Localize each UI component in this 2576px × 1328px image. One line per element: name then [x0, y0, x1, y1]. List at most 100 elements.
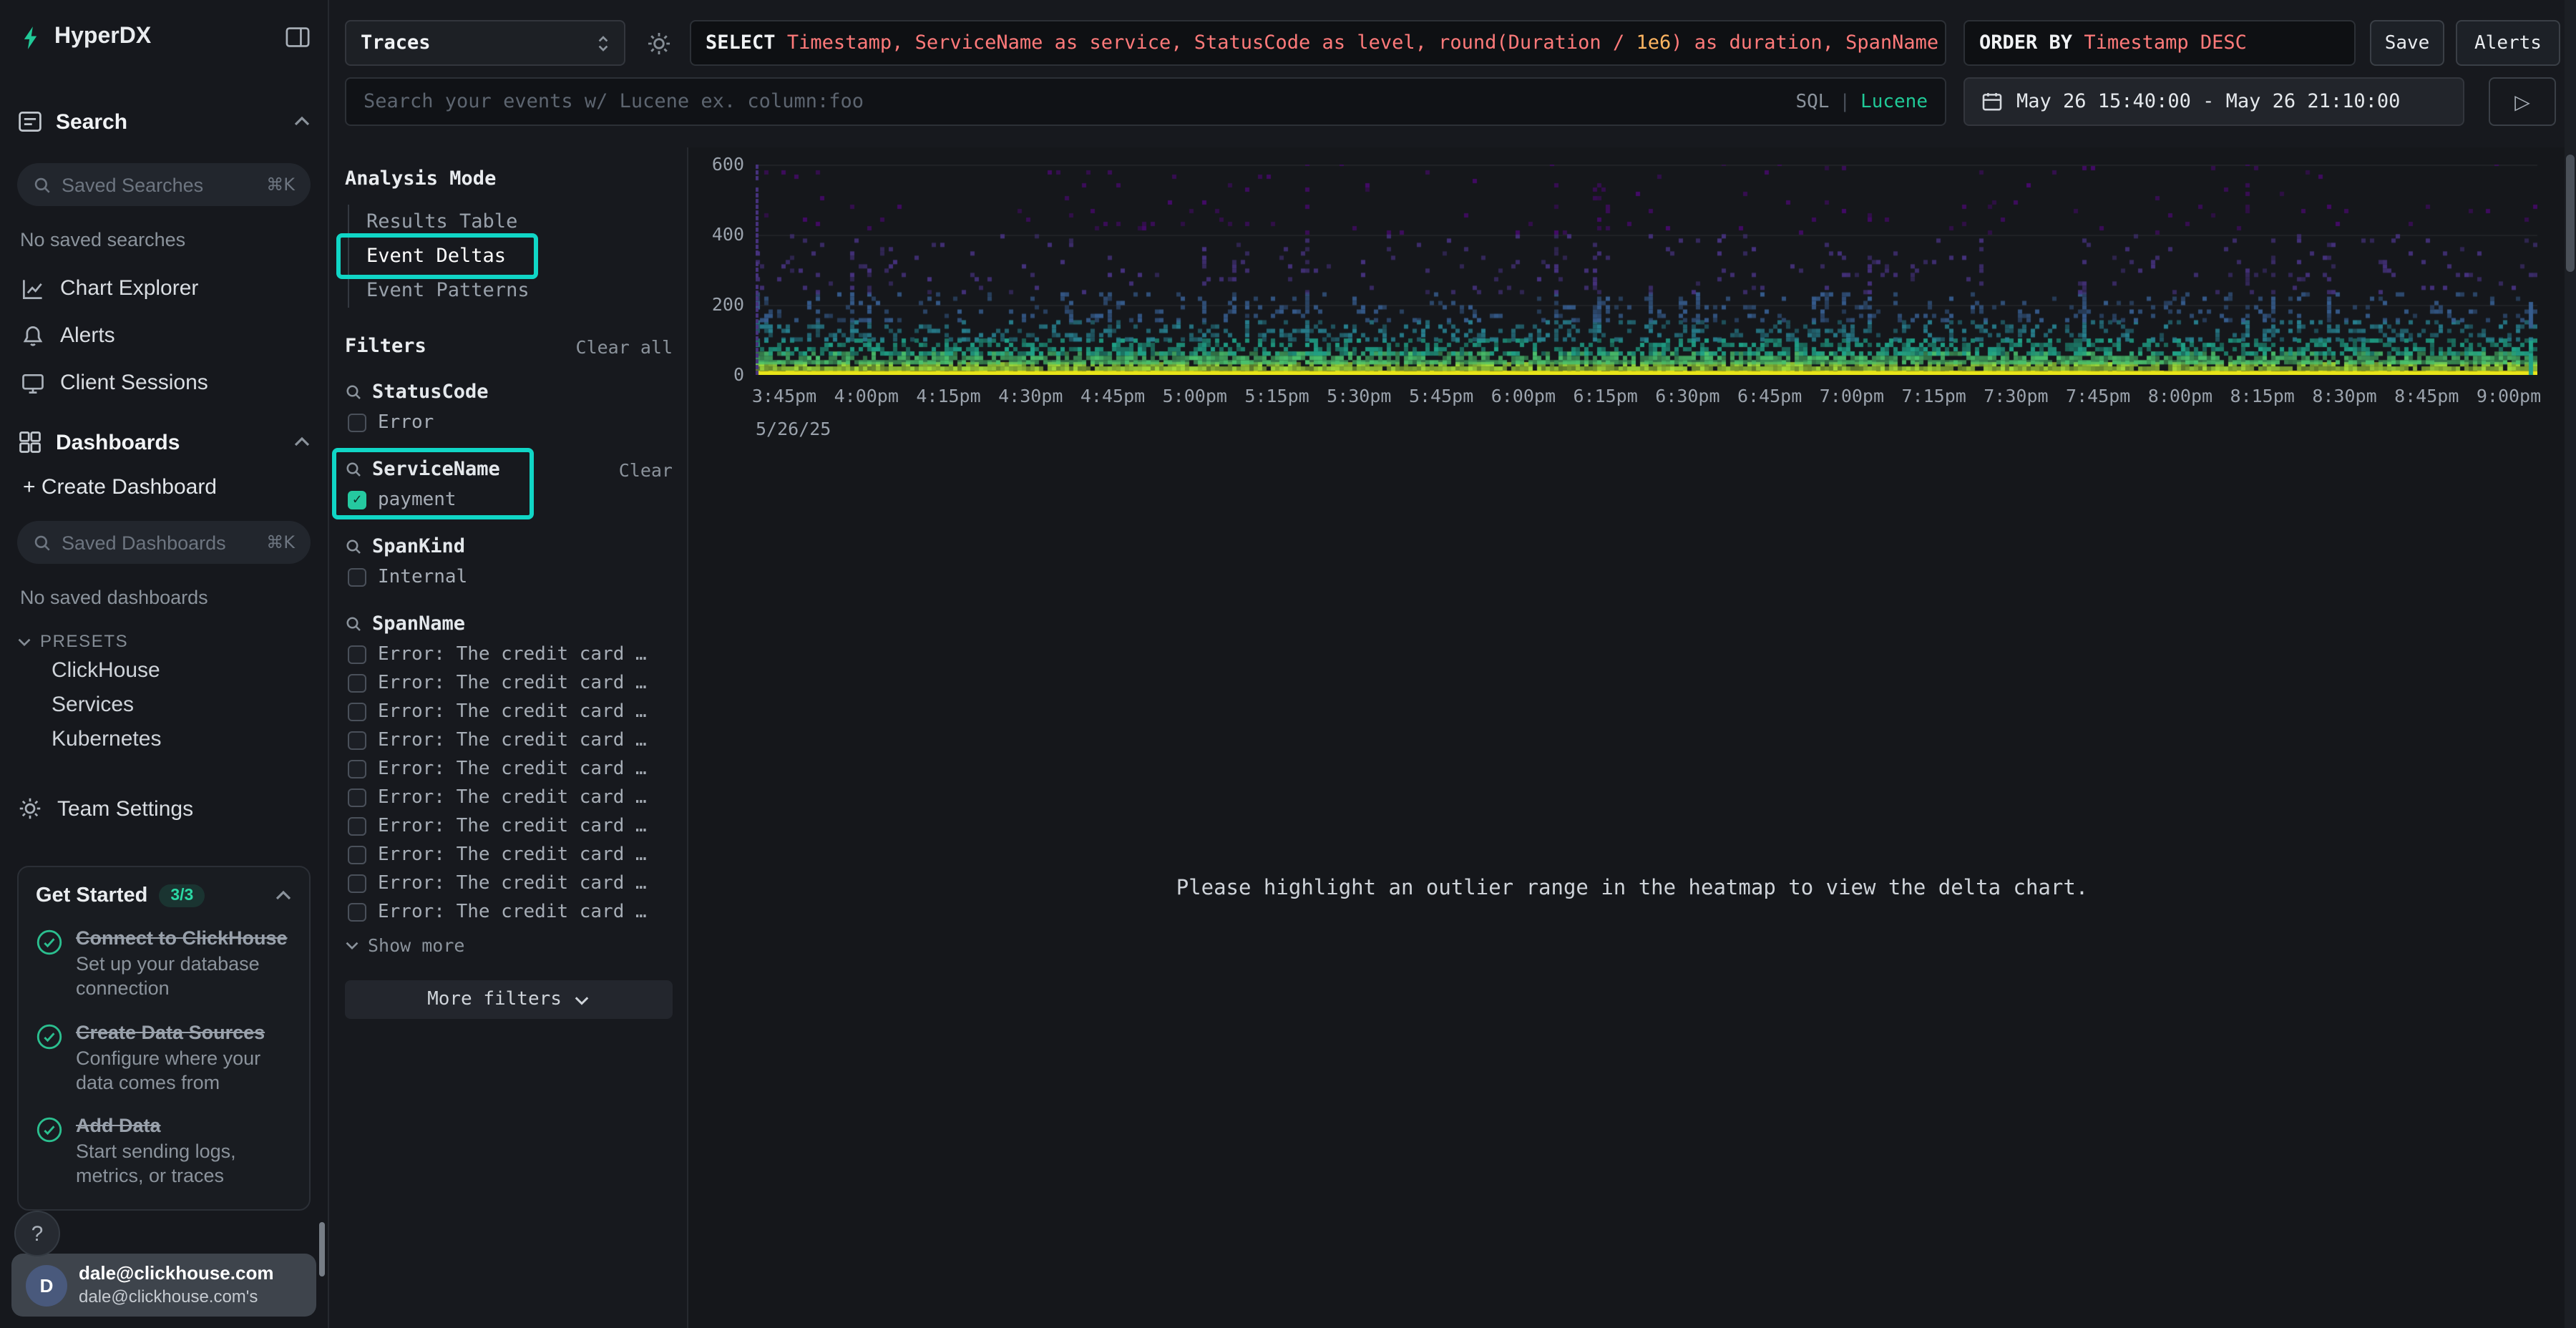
filter-option[interactable]: Error: The credit card … [345, 840, 673, 869]
filters-header: Filters [345, 335, 426, 358]
checkbox[interactable]: ✓ [348, 490, 366, 509]
check-circle-icon [36, 1022, 63, 1095]
get-started-header[interactable]: Get Started 3/3 [36, 884, 292, 907]
sidebar-item-services[interactable]: Services [17, 688, 311, 723]
chevron-up-icon[interactable] [293, 436, 311, 448]
run-query-button[interactable]: ▷ [2489, 77, 2556, 126]
select-chevrons-icon [597, 32, 610, 54]
checkbox[interactable] [348, 845, 366, 864]
sidebar-item-clickhouse[interactable]: ClickHouse [17, 654, 311, 688]
source-selector-value: Traces [361, 31, 431, 54]
checkbox[interactable] [348, 731, 366, 749]
sql-mode-toggle[interactable]: SQL [1795, 91, 1829, 112]
save-button[interactable]: Save [2370, 20, 2444, 66]
help-button[interactable]: ? [14, 1211, 60, 1256]
page-scrollbar-thumb[interactable] [2566, 155, 2575, 272]
page-scrollbar[interactable] [2565, 0, 2576, 1328]
sidebar-item-search[interactable]: Search [17, 106, 311, 137]
checkbox[interactable] [348, 645, 366, 663]
filter-option[interactable]: Internal [345, 562, 673, 591]
sidebar-item-client-sessions[interactable]: Client Sessions [17, 359, 311, 406]
select-clause-input[interactable]: SELECT Timestamp, ServiceName as service… [690, 20, 1946, 66]
saved-dashboards-placeholder: Saved Dashboards [62, 532, 226, 553]
checkbox[interactable] [348, 702, 366, 721]
source-settings-gear-icon[interactable] [645, 29, 673, 57]
check-circle-icon [36, 929, 63, 1001]
checkbox[interactable] [348, 902, 366, 921]
sidebar-item-alerts[interactable]: Alerts [17, 312, 311, 359]
analysis-mode-event-patterns[interactable]: Event Patterns [349, 273, 673, 308]
filter-option[interactable]: Error: The credit card … [345, 897, 673, 926]
sidebar-nav: Chart Explorer Alerts Client Sessions [17, 265, 311, 406]
filter-option[interactable]: Error: The credit card … [345, 811, 673, 840]
checkbox[interactable] [348, 567, 366, 586]
chevron-up-icon[interactable] [293, 116, 311, 127]
x-axis-tick-label: 7:00pm [1820, 385, 1884, 406]
sidebar-scrollbar-thumb[interactable] [319, 1222, 325, 1276]
x-axis-tick-label: 8:00pm [2148, 385, 2212, 406]
presets-toggle[interactable]: PRESETS [17, 628, 311, 654]
checkbox[interactable] [348, 816, 366, 835]
chevron-up-icon[interactable] [275, 890, 292, 902]
check-circle-icon [36, 1116, 63, 1188]
filter-group-name: ServiceName [372, 458, 500, 481]
get-started-item[interactable]: Add Data Start sending logs, metrics, or… [36, 1115, 292, 1188]
user-email: dale@clickhouse.com [79, 1263, 273, 1286]
filter-option[interactable]: Error: The credit card … [345, 640, 673, 668]
saved-searches-input[interactable]: Saved Searches ⌘K [17, 163, 311, 206]
show-more-link[interactable]: Show more [345, 929, 673, 960]
chevron-down-icon [575, 994, 590, 1005]
sidebar-item-dashboards[interactable]: Dashboards [17, 426, 311, 458]
filter-option-label: Internal [378, 566, 467, 587]
get-started-title: Get Started [36, 884, 147, 907]
x-axis-tick-label: 5:15pm [1244, 385, 1309, 406]
monitor-icon [20, 370, 46, 396]
user-menu[interactable]: D dale@clickhouse.com dale@clickhouse.co… [11, 1254, 316, 1317]
filter-option[interactable]: Error: The credit card … [345, 697, 673, 726]
analysis-mode-results-table[interactable]: Results Table [349, 205, 673, 239]
filter-option[interactable]: Error: The credit card … [345, 726, 673, 754]
bolt-logo-icon [17, 24, 44, 51]
chevron-down-icon [17, 636, 31, 646]
lucene-mode-toggle[interactable]: Lucene [1860, 91, 1928, 112]
clear-all-filters-link[interactable]: Clear all [576, 336, 673, 357]
more-filters-button[interactable]: More filters [345, 980, 673, 1019]
sidebar-item-kubernetes[interactable]: Kubernetes [17, 723, 311, 757]
get-started-item[interactable]: Connect to ClickHouse Set up your databa… [36, 927, 292, 1001]
analysis-mode-event-deltas[interactable]: Event Deltas [349, 239, 673, 273]
order-by-input[interactable]: ORDER BY Timestamp DESC [1963, 20, 2356, 66]
duration-heatmap-canvas[interactable] [756, 165, 2537, 375]
checkbox[interactable] [348, 759, 366, 778]
checkbox[interactable] [348, 413, 366, 431]
get-started-item-desc: Set up your database connection [76, 952, 292, 1001]
alerts-button[interactable]: Alerts [2456, 20, 2560, 66]
sql-token: SELECT [706, 31, 787, 54]
sidebar-item-team-settings[interactable]: Team Settings [17, 791, 311, 826]
collapse-sidebar-icon[interactable] [285, 26, 311, 49]
sidebar-item-chart-explorer[interactable]: Chart Explorer [17, 265, 311, 312]
checkbox[interactable] [348, 788, 366, 806]
saved-dashboards-input[interactable]: Saved Dashboards ⌘K [17, 521, 311, 564]
checkbox[interactable] [348, 673, 366, 692]
filter-option[interactable]: Error: The credit card … [345, 668, 673, 697]
checkbox[interactable] [348, 874, 366, 892]
search-input[interactable]: Search your events w/ Lucene ex. column:… [345, 77, 1946, 126]
filter-option[interactable]: Error [345, 408, 673, 436]
get-started-item[interactable]: Create Data Sources Configure where your… [36, 1021, 292, 1095]
dashboards-section-label: Dashboards [56, 430, 180, 454]
source-selector[interactable]: Traces [345, 20, 625, 66]
x-axis-tick-label: 4:00pm [834, 385, 899, 406]
chevron-down-icon [345, 939, 359, 949]
filter-option[interactable]: ✓payment [345, 485, 673, 514]
x-axis-tick-label: 6:00pm [1491, 385, 1556, 406]
create-dashboard-button[interactable]: + Create Dashboard [17, 475, 311, 504]
filter-option[interactable]: Error: The credit card … [345, 869, 673, 897]
clear-filter-link[interactable]: Clear [619, 459, 673, 480]
filter-option[interactable]: Error: The credit card … [345, 754, 673, 783]
mode-separator: | [1839, 91, 1850, 112]
filter-option[interactable]: Error: The credit card … [345, 783, 673, 811]
filter-group-spankind: SpanKindInternal [345, 531, 673, 591]
time-range-picker[interactable]: May 26 15:40:00 - May 26 21:10:00 [1963, 77, 2464, 126]
get-started-progress-badge: 3/3 [159, 884, 205, 907]
filter-option-label: Error: The credit card … [378, 700, 647, 722]
